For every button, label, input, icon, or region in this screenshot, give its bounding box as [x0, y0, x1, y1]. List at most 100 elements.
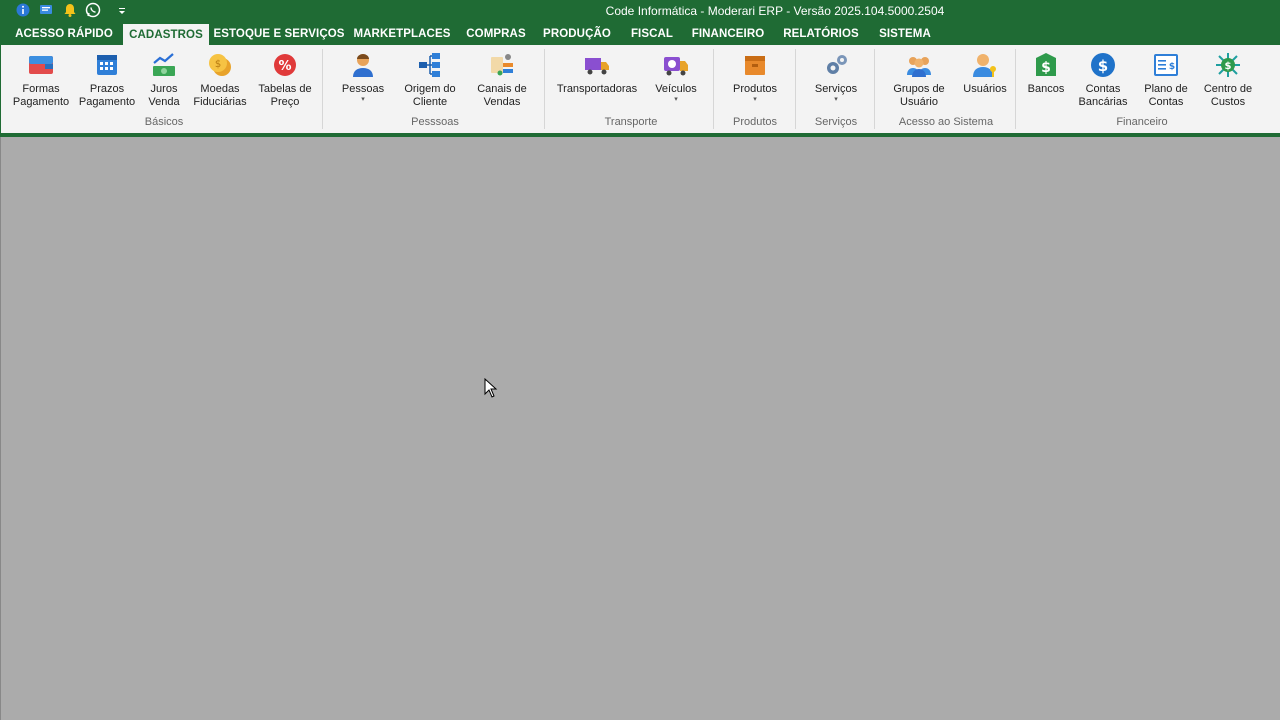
interest-chart-icon: [150, 51, 178, 79]
tab-relatorios[interactable]: RELATÓRIOS: [778, 23, 864, 45]
group-label-produtos: Produtos: [732, 116, 778, 128]
tabelas-preco-label-1: Tabelas de: [258, 83, 312, 95]
coins-icon: $: [206, 51, 234, 79]
group-label-basicos: Básicos: [144, 116, 184, 128]
formas-pagamento-label-2: Pagamento: [12, 95, 70, 108]
bank-dollar-icon: $: [1032, 51, 1060, 79]
centro-custos-label-1: Centro de: [1203, 83, 1253, 95]
chevron-down-icon: ▾: [753, 95, 757, 103]
veiculos-label: Veículos: [655, 83, 697, 95]
wallet-icon: [27, 51, 55, 79]
prazos-pagamento-button[interactable]: Prazos Pagamento: [77, 51, 137, 108]
transportadoras-label: Transportadoras: [556, 83, 638, 95]
group-separator: [1015, 49, 1016, 129]
tab-fiscal[interactable]: FISCAL: [624, 23, 680, 45]
transportadoras-button[interactable]: Transportadoras: [555, 51, 639, 96]
tab-estoque-servicos[interactable]: ESTOQUE E SERVIÇOS: [212, 23, 346, 45]
group-label-financeiro: Financeiro: [1116, 116, 1168, 128]
plano-contas-button[interactable]: $ Plano de Contas: [1139, 51, 1193, 108]
chevron-down-icon: ▾: [834, 95, 838, 103]
grupos-usuario-label-1: Grupos de: [893, 83, 945, 95]
box-icon: [741, 51, 769, 79]
chevron-down-icon: ▾: [674, 95, 678, 103]
mouse-cursor-icon: [484, 378, 498, 398]
pessoas-label: Pessoas: [341, 83, 385, 95]
title-bar: Code Informática - Moderari ERP - Versão…: [0, 0, 1280, 23]
group-label-transporte: Transporte: [604, 116, 658, 128]
tabelas-preco-button[interactable]: % Tabelas de Preço: [255, 51, 315, 108]
vehicle-icon: [662, 51, 690, 79]
bancos-button[interactable]: $ Bancos: [1023, 51, 1069, 96]
veiculos-button[interactable]: Veículos ▾: [649, 51, 703, 104]
svg-text:$: $: [1225, 61, 1232, 72]
group-separator: [544, 49, 545, 129]
centro-custos-label-2: Custos: [1210, 95, 1246, 108]
tab-marketplaces[interactable]: MARKETPLACES: [350, 23, 454, 45]
usuarios-button[interactable]: Usuários: [959, 51, 1011, 96]
centro-custos-button[interactable]: $ Centro de Custos: [1199, 51, 1257, 108]
origem-cliente-label-1: Origem do: [404, 83, 456, 95]
canais-vendas-label-1: Canais de: [477, 83, 527, 95]
plano-contas-label-2: Contas: [1148, 95, 1184, 108]
produtos-label: Produtos: [732, 83, 778, 95]
formas-pagamento-button[interactable]: Formas Pagamento: [11, 51, 71, 108]
grupos-usuario-label-2: Usuário: [900, 95, 938, 108]
plano-contas-label-1: Plano de: [1144, 83, 1188, 95]
canais-vendas-label-2: Vendas: [483, 95, 521, 108]
hierarchy-icon: [416, 51, 444, 79]
servicos-label: Serviços: [814, 83, 858, 95]
tab-acesso-rapido[interactable]: ACESSO RÁPIDO: [8, 23, 120, 45]
origem-cliente-label-2: Cliente: [412, 95, 448, 108]
juros-venda-button[interactable]: Juros Venda: [141, 51, 187, 108]
tab-compras[interactable]: COMPRAS: [460, 23, 532, 45]
group-label-servicos: Serviços: [814, 116, 858, 128]
servicos-button[interactable]: Serviços ▾: [809, 51, 863, 104]
group-separator: [874, 49, 875, 129]
cost-center-icon: $: [1214, 51, 1242, 79]
moedas-fiduciarias-label-2: Fiduciárias: [193, 95, 247, 108]
tab-producao[interactable]: PRODUÇÃO: [538, 23, 616, 45]
prazos-pagamento-label-2: Pagamento: [78, 95, 136, 108]
produtos-button[interactable]: Produtos ▾: [727, 51, 783, 104]
svg-text:$: $: [1041, 60, 1051, 76]
tab-financeiro[interactable]: FINANCEIRO: [686, 23, 770, 45]
calendar-icon: [93, 51, 121, 79]
group-separator: [322, 49, 323, 129]
tab-cadastros[interactable]: CADASTROS: [123, 24, 209, 46]
ledger-icon: $: [1152, 51, 1180, 79]
window-title: Code Informática - Moderari ERP - Versão…: [605, 4, 945, 18]
bancos-label: Bancos: [1027, 83, 1065, 95]
formas-pagamento-label-1: Formas: [22, 83, 60, 95]
grupos-usuario-button[interactable]: Grupos de Usuário: [887, 51, 951, 108]
svg-text:$: $: [215, 59, 221, 70]
ribbon-tabs: ACESSO RÁPIDO CADASTROS ESTOQUE E SERVIÇ…: [0, 23, 1280, 46]
group-label-pessoas: Pesssoas: [411, 116, 459, 128]
moedas-fiduciarias-label-1: Moedas: [200, 83, 240, 95]
group-label-acesso: Acesso ao Sistema: [898, 116, 994, 128]
contas-bancarias-button[interactable]: $ Contas Bancárias: [1075, 51, 1131, 108]
chevron-down-icon: ▾: [361, 95, 365, 103]
pessoas-button[interactable]: Pessoas ▾: [337, 51, 389, 104]
group-separator: [713, 49, 714, 129]
svg-text:$: $: [1169, 62, 1175, 72]
dollar-circle-icon: $: [1089, 51, 1117, 79]
gears-icon: [822, 51, 850, 79]
moedas-fiduciarias-button[interactable]: $ Moedas Fiduciárias: [191, 51, 249, 108]
svg-text:%: %: [278, 59, 291, 74]
canais-vendas-button[interactable]: Canais de Vendas: [473, 51, 531, 108]
mdi-workspace[interactable]: [0, 137, 1280, 720]
svg-text:$: $: [1098, 57, 1108, 75]
origem-cliente-button[interactable]: Origem do Cliente: [399, 51, 461, 108]
percent-badge-icon: %: [271, 51, 299, 79]
tab-sistema[interactable]: SISTEMA: [872, 23, 938, 45]
sales-channels-icon: [488, 51, 516, 79]
juros-venda-label-2: Venda: [148, 95, 180, 108]
usuarios-label: Usuários: [963, 83, 1007, 95]
tabelas-preco-label-2: Preço: [270, 95, 300, 108]
ribbon-panel: Formas Pagamento Prazos Pagamento Juros …: [0, 45, 1280, 133]
user-group-icon: [905, 51, 933, 79]
contas-bancarias-label-2: Bancárias: [1078, 95, 1128, 108]
person-icon: [349, 51, 377, 79]
juros-venda-label-1: Juros: [150, 83, 178, 95]
user-key-icon: [971, 51, 999, 79]
